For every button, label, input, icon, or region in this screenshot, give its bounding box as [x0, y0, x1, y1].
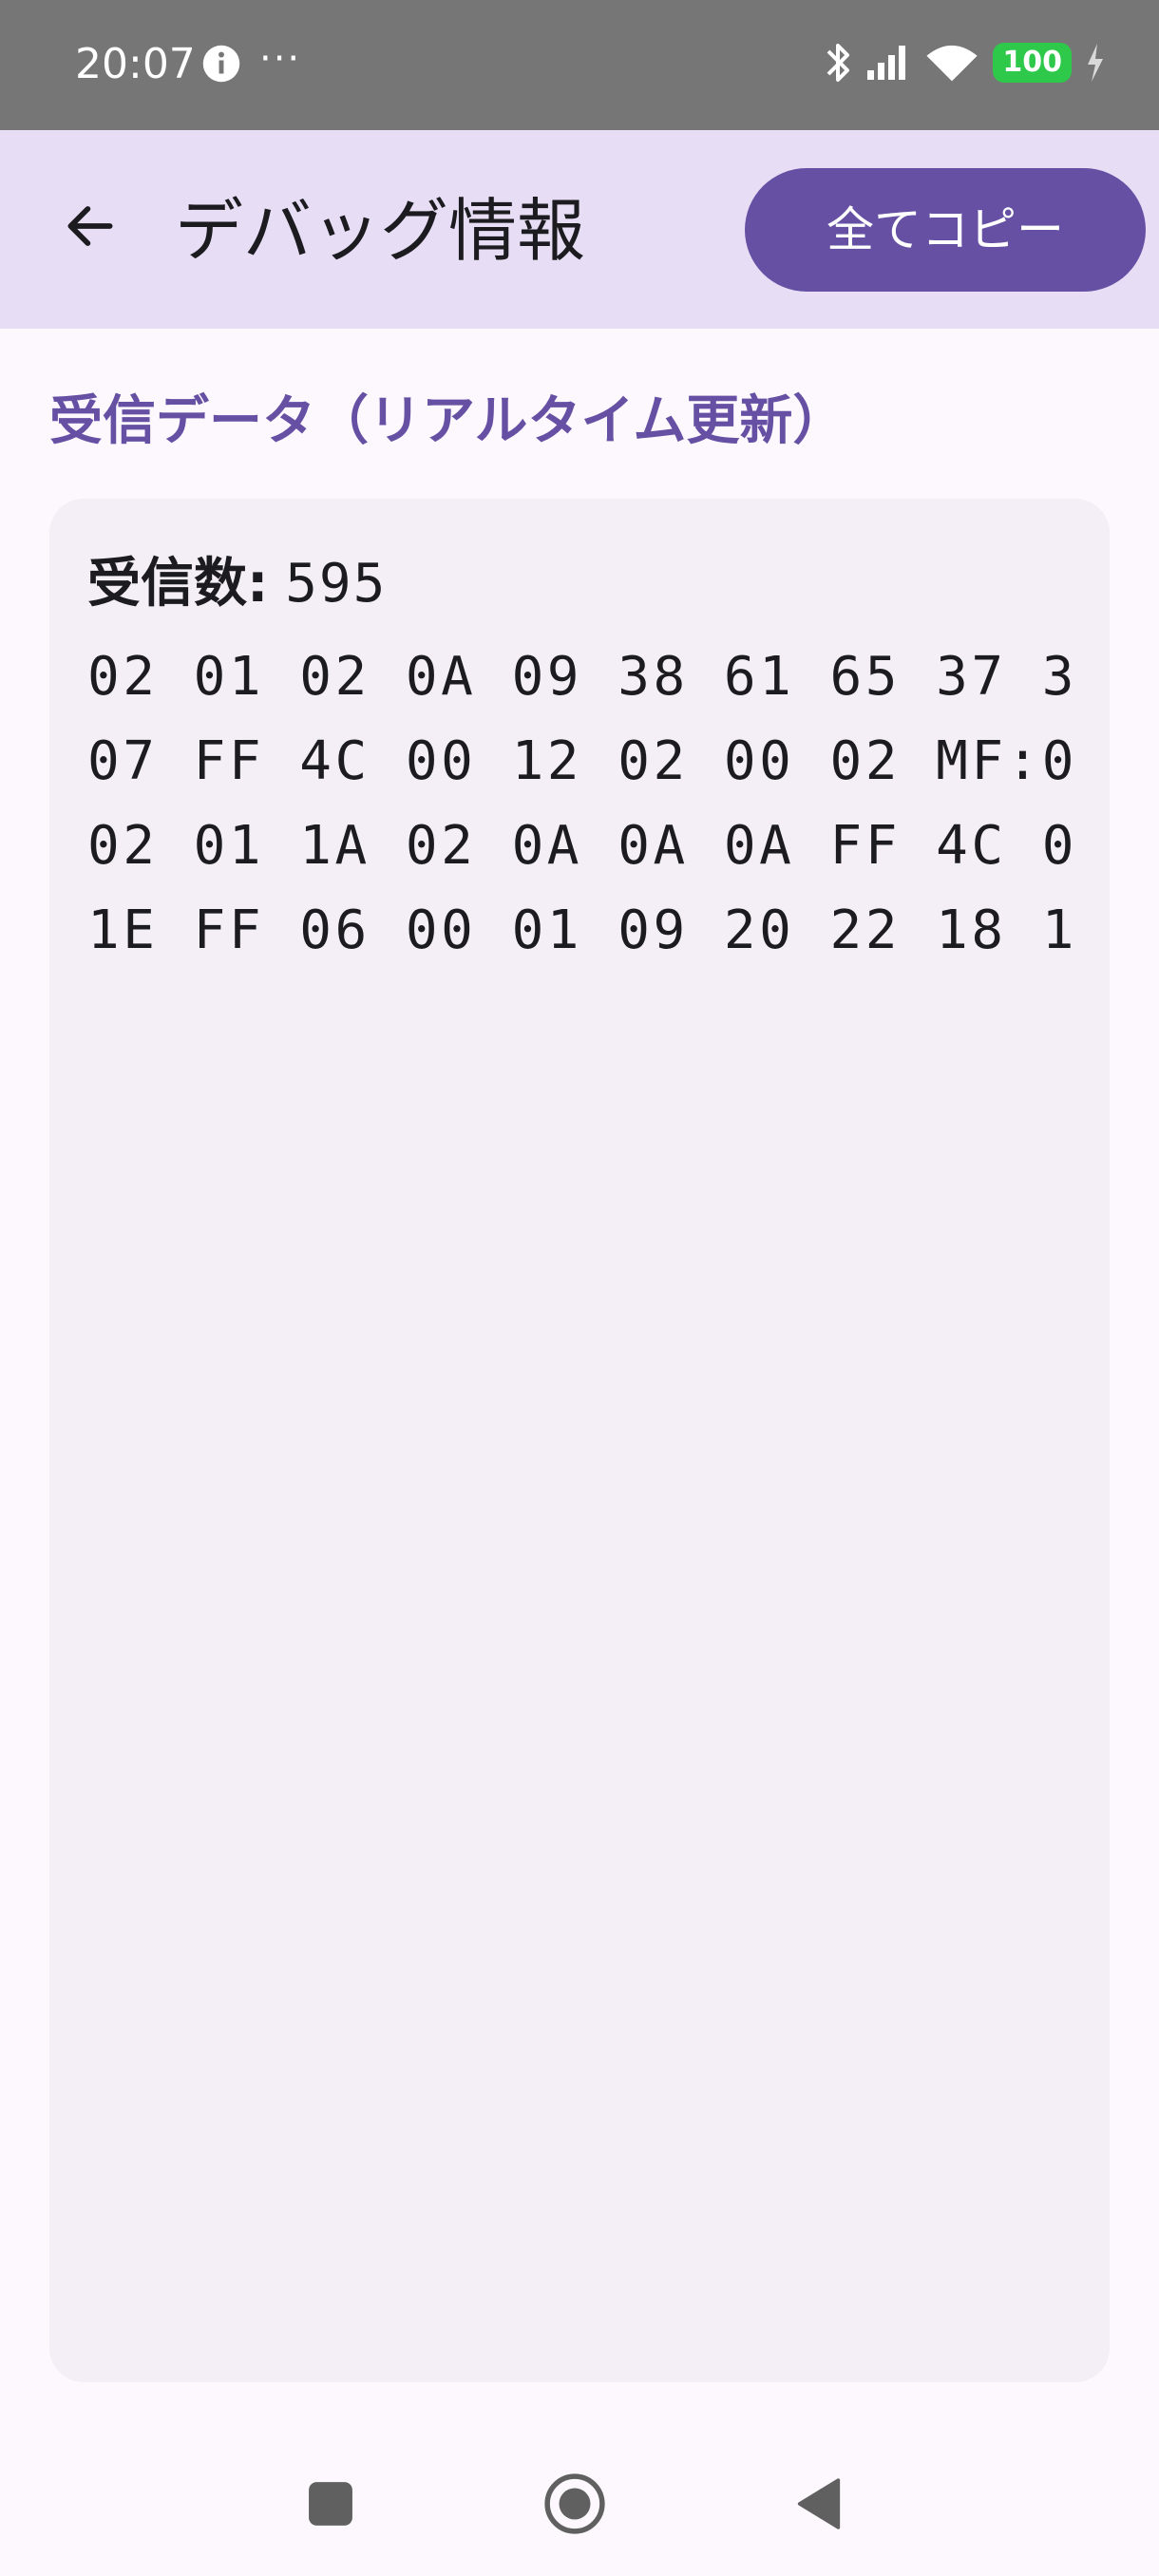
- recents-square-icon: [309, 2482, 352, 2526]
- status-bar: 20:07 ··· 100: [0, 0, 1159, 130]
- section-title: 受信データ（リアルタイム更新）: [49, 390, 846, 452]
- bluetooth-icon: [826, 44, 850, 82]
- hex-data-line: 02 01 1A 02 0A 0A 0A FF 4C 00: [87, 815, 1072, 877]
- home-circle-icon: [544, 2473, 605, 2534]
- received-data-card[interactable]: 受信数: 595 02 01 02 0A 09 38 61 65 37 30 0…: [49, 499, 1110, 2382]
- charging-icon: [1088, 44, 1103, 82]
- copy-all-button[interactable]: 全てコピー: [745, 168, 1146, 292]
- hex-data-line: 02 01 02 0A 09 38 61 65 37 30: [87, 646, 1072, 708]
- hex-data-line: 07 FF 4C 00 12 02 00 02 MF:00: [87, 730, 1072, 792]
- info-icon: [202, 45, 240, 83]
- app-bar: デバッグ情報 全てコピー: [0, 130, 1159, 329]
- hex-data-line: 1E FF 06 00 01 09 20 22 18 10: [87, 900, 1072, 961]
- battery-badge: 100: [993, 43, 1072, 83]
- nav-back-button[interactable]: [771, 2456, 866, 2551]
- status-right-group: 100: [824, 36, 1106, 89]
- debug-screen: 20:07 ··· 100 デバッグ情報 全てコピー 受信データ（リアルタイム更…: [0, 0, 1159, 2576]
- recents-button[interactable]: [283, 2456, 378, 2551]
- received-count-value: 595: [285, 553, 388, 615]
- status-time: 20:07: [75, 40, 196, 88]
- received-count-label: 受信数:: [87, 553, 269, 615]
- page-title: デバッグ情報: [175, 191, 586, 271]
- signal-icon: [867, 46, 906, 80]
- wifi-icon: [926, 45, 978, 82]
- arrow-back-icon: [67, 206, 113, 246]
- hex-data-list: 02 01 02 0A 09 38 61 65 37 30 07 FF 4C 0…: [87, 635, 1072, 973]
- navigation-bar: [0, 2432, 1159, 2576]
- back-button[interactable]: [38, 174, 142, 278]
- home-button[interactable]: [527, 2456, 622, 2551]
- status-more-icon: ···: [259, 37, 302, 81]
- received-count: 受信数: 595: [87, 550, 387, 618]
- back-triangle-icon: [797, 2478, 841, 2529]
